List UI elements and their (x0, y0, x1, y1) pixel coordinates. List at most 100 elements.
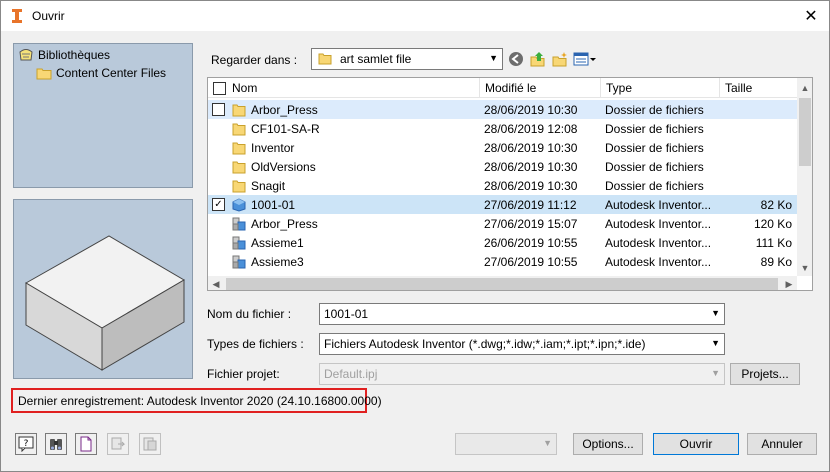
window-title: Ouvrir (32, 9, 65, 23)
last-save-info: Dernier enregistrement: Autodesk Invento… (11, 388, 382, 413)
file-row[interactable]: Arbor_Press 28/06/2019 10:30 Dossier de … (208, 100, 797, 119)
vertical-scrollbar[interactable]: ▲ ▼ (797, 78, 812, 276)
file-type: Dossier de fichiers (605, 121, 704, 136)
options-button[interactable]: Options... (573, 433, 643, 455)
file-name: Snagit (251, 178, 286, 193)
scroll-up-icon[interactable]: ▲ (797, 80, 812, 96)
file-size: 120 Ko (753, 216, 792, 231)
scrollbar-thumb[interactable] (226, 278, 778, 290)
scroll-down-icon[interactable]: ▼ (797, 260, 812, 276)
column-header-type[interactable]: Type (601, 78, 720, 98)
file-row[interactable]: CF101-SA-R 28/06/2019 12:08 Dossier de f… (208, 119, 797, 138)
filetypes-dropdown[interactable]: Fichiers Autodesk Inventor (*.dwg;*.idw;… (319, 333, 725, 355)
lookin-label: Regarder dans : (211, 53, 298, 67)
chevron-down-icon: ▼ (711, 338, 720, 348)
row-checkbox[interactable] (212, 103, 225, 116)
scrollbar-thumb[interactable] (799, 98, 811, 166)
find-button[interactable] (45, 433, 67, 455)
part-preview-image (25, 235, 185, 371)
new-folder-icon[interactable] (551, 50, 569, 68)
select-all-checkbox[interactable] (213, 81, 226, 95)
open-options-dropdown[interactable]: ▼ (455, 433, 557, 455)
column-header-name[interactable]: Nom ^ (208, 78, 480, 98)
part-icon (231, 197, 247, 213)
close-icon[interactable]: ✕ (801, 6, 821, 26)
file-date: 27/06/2019 10:55 (484, 254, 578, 269)
back-icon[interactable] (507, 50, 525, 68)
file-type: Autodesk Inventor... (605, 216, 712, 231)
file-name: OldVersions (251, 159, 316, 174)
cancel-button[interactable]: Annuler (747, 433, 817, 455)
file-date: 28/06/2019 10:30 (484, 178, 578, 193)
file-list-header: Nom ^ Modifié le Type Taille (208, 78, 797, 98)
assembly-icon (231, 235, 247, 251)
file-row[interactable]: Inventor 28/06/2019 10:30 Dossier de fic… (208, 138, 797, 157)
column-label: Nom (232, 81, 258, 95)
row-checkbox-checked[interactable]: ✓ (212, 198, 225, 211)
chevron-down-icon: ▼ (711, 368, 720, 378)
substitute-button[interactable] (107, 433, 129, 455)
file-date: 26/06/2019 10:55 (484, 235, 578, 250)
title-bar: Ouvrir ✕ (1, 1, 829, 31)
svg-text:?: ? (24, 439, 29, 449)
new-file-button[interactable] (75, 433, 97, 455)
folder-icon (231, 159, 247, 175)
file-list: Nom ^ Modifié le Type Taille Arbor_Press… (207, 77, 813, 291)
folder-icon (36, 66, 52, 80)
scroll-right-icon[interactable]: ▶ (781, 276, 797, 290)
file-date: 28/06/2019 10:30 (484, 140, 578, 155)
file-type: Dossier de fichiers (605, 140, 704, 155)
filename-label: Nom du fichier : (207, 307, 292, 321)
view-menu-icon[interactable] (573, 50, 597, 68)
chevron-down-icon[interactable]: ▼ (711, 308, 720, 318)
filename-value: 1001-01 (324, 307, 369, 321)
file-row[interactable]: Assieme3 27/06/2019 10:55 Autodesk Inven… (208, 252, 797, 271)
folder-icon (231, 121, 247, 137)
project-dropdown[interactable]: Default.ipj ▼ (319, 363, 725, 385)
column-header-size[interactable]: Taille (720, 78, 797, 98)
navigation-toolbar (507, 50, 597, 68)
binoculars-icon (50, 439, 62, 450)
column-header-date[interactable]: Modifié le (480, 78, 601, 98)
scroll-left-icon[interactable]: ◀ (208, 276, 224, 290)
library-panel: Bibliothèques Content Center Files (13, 43, 193, 188)
file-type: Autodesk Inventor... (605, 254, 712, 269)
inventor-app-icon (10, 9, 24, 23)
projects-button[interactable]: Projets... (730, 363, 800, 385)
library-item-content-center[interactable]: Content Center Files (36, 64, 166, 82)
library-item-bibliotheques[interactable]: Bibliothèques (18, 46, 110, 64)
up-folder-icon[interactable] (529, 50, 547, 68)
file-name: Arbor_Press (251, 102, 318, 117)
file-date: 28/06/2019 12:08 (484, 121, 578, 136)
filename-field[interactable]: 1001-01 ▼ (319, 303, 725, 325)
file-row[interactable]: Snagit 28/06/2019 10:30 Dossier de fichi… (208, 176, 797, 195)
help-button[interactable]: ? (15, 433, 37, 455)
file-row-selected[interactable]: ✓ 1001-01 27/06/2019 11:12 Autodesk Inven… (208, 195, 797, 214)
file-type: Dossier de fichiers (605, 178, 704, 193)
open-button-label: Ouvrir (679, 437, 713, 451)
file-name: Assieme1 (251, 235, 304, 250)
file-size: 111 Ko (755, 235, 792, 250)
column-label: Type (606, 81, 633, 95)
column-label: Taille (725, 81, 753, 95)
file-name: 1001-01 (251, 197, 296, 212)
column-label: Modifié le (485, 81, 537, 95)
file-name: Inventor (251, 140, 295, 155)
file-row[interactable]: Assieme1 26/06/2019 10:55 Autodesk Inven… (208, 233, 797, 252)
file-size (724, 119, 792, 138)
folder-icon (231, 102, 247, 118)
open-button[interactable]: Ouvrir (653, 433, 739, 455)
horizontal-scrollbar[interactable]: ◀ ▶ (208, 276, 797, 290)
file-row[interactable]: Arbor_Press 27/06/2019 15:07 Autodesk In… (208, 214, 797, 233)
assembly-icon (231, 216, 247, 232)
assembly-icon (231, 254, 247, 270)
folder-icon (231, 140, 247, 156)
file-type: Autodesk Inventor... (605, 197, 712, 212)
file-size (724, 176, 792, 195)
file-row[interactable]: OldVersions 28/06/2019 10:30 Dossier de … (208, 157, 797, 176)
file-properties-button[interactable] (139, 433, 161, 455)
lookin-dropdown[interactable]: art samlet file ▼ (311, 48, 503, 70)
file-size: 89 Ko (760, 254, 792, 269)
file-date: 27/06/2019 15:07 (484, 216, 578, 231)
file-size (724, 100, 792, 119)
